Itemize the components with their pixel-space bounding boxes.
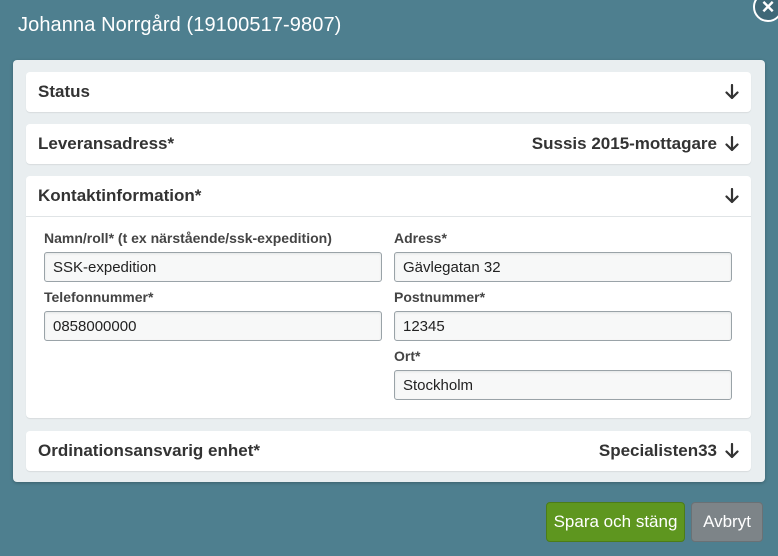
arrow-down-icon: [725, 443, 739, 459]
arrow-down-icon: [725, 84, 739, 100]
section-ordination-title: Ordinationsansvarig enhet*: [38, 441, 260, 460]
close-button[interactable]: ×: [753, 0, 778, 22]
section-status-title: Status: [38, 82, 90, 101]
save-and-close-button[interactable]: Spara och stäng: [546, 502, 685, 542]
name-role-input[interactable]: [44, 252, 382, 282]
contact-form: Namn/roll* (t ex närstående/ssk-expediti…: [26, 216, 751, 417]
arrow-down-icon: [725, 136, 739, 152]
city-input[interactable]: [394, 370, 732, 400]
city-label: Ort*: [394, 348, 421, 364]
close-icon: ×: [761, 0, 775, 19]
address-input[interactable]: [394, 252, 732, 282]
address-label: Adress*: [394, 230, 447, 246]
arrow-down-icon: [725, 188, 739, 204]
section-ordination-unit: Ordinationsansvarig enhet* Specialisten3…: [26, 431, 751, 471]
section-ordination-header[interactable]: Ordinationsansvarig enhet* Specialisten3…: [26, 431, 751, 471]
cancel-button[interactable]: Avbryt: [691, 502, 763, 542]
postal-code-label: Postnummer*: [394, 289, 486, 305]
section-contact-header[interactable]: Kontaktinformation*: [26, 176, 751, 216]
section-ordination-value: Specialisten33: [598, 441, 717, 460]
phone-input[interactable]: [44, 311, 382, 341]
section-contact-info: Kontaktinformation* Namn/roll* (t ex när…: [26, 176, 751, 418]
dialog-panel: Status Leveransadress* Sussis 2015-motta…: [13, 60, 765, 482]
name-role-label: Namn/roll* (t ex närstående/ssk-expediti…: [44, 230, 332, 246]
section-delivery-address: Leveransadress* Sussis 2015-mottagare: [26, 124, 751, 164]
section-delivery-header[interactable]: Leveransadress* Sussis 2015-mottagare: [26, 124, 751, 164]
section-delivery-value: Sussis 2015-mottagare: [531, 134, 717, 153]
postal-code-input[interactable]: [394, 311, 732, 341]
section-delivery-title: Leveransadress*: [38, 134, 175, 153]
section-contact-title: Kontaktinformation*: [38, 186, 202, 205]
section-status: Status: [26, 72, 751, 112]
section-status-header[interactable]: Status: [26, 72, 751, 112]
phone-label: Telefonnummer*: [44, 289, 154, 305]
dialog-title: Johanna Norrgård (19100517-9807): [18, 14, 342, 36]
